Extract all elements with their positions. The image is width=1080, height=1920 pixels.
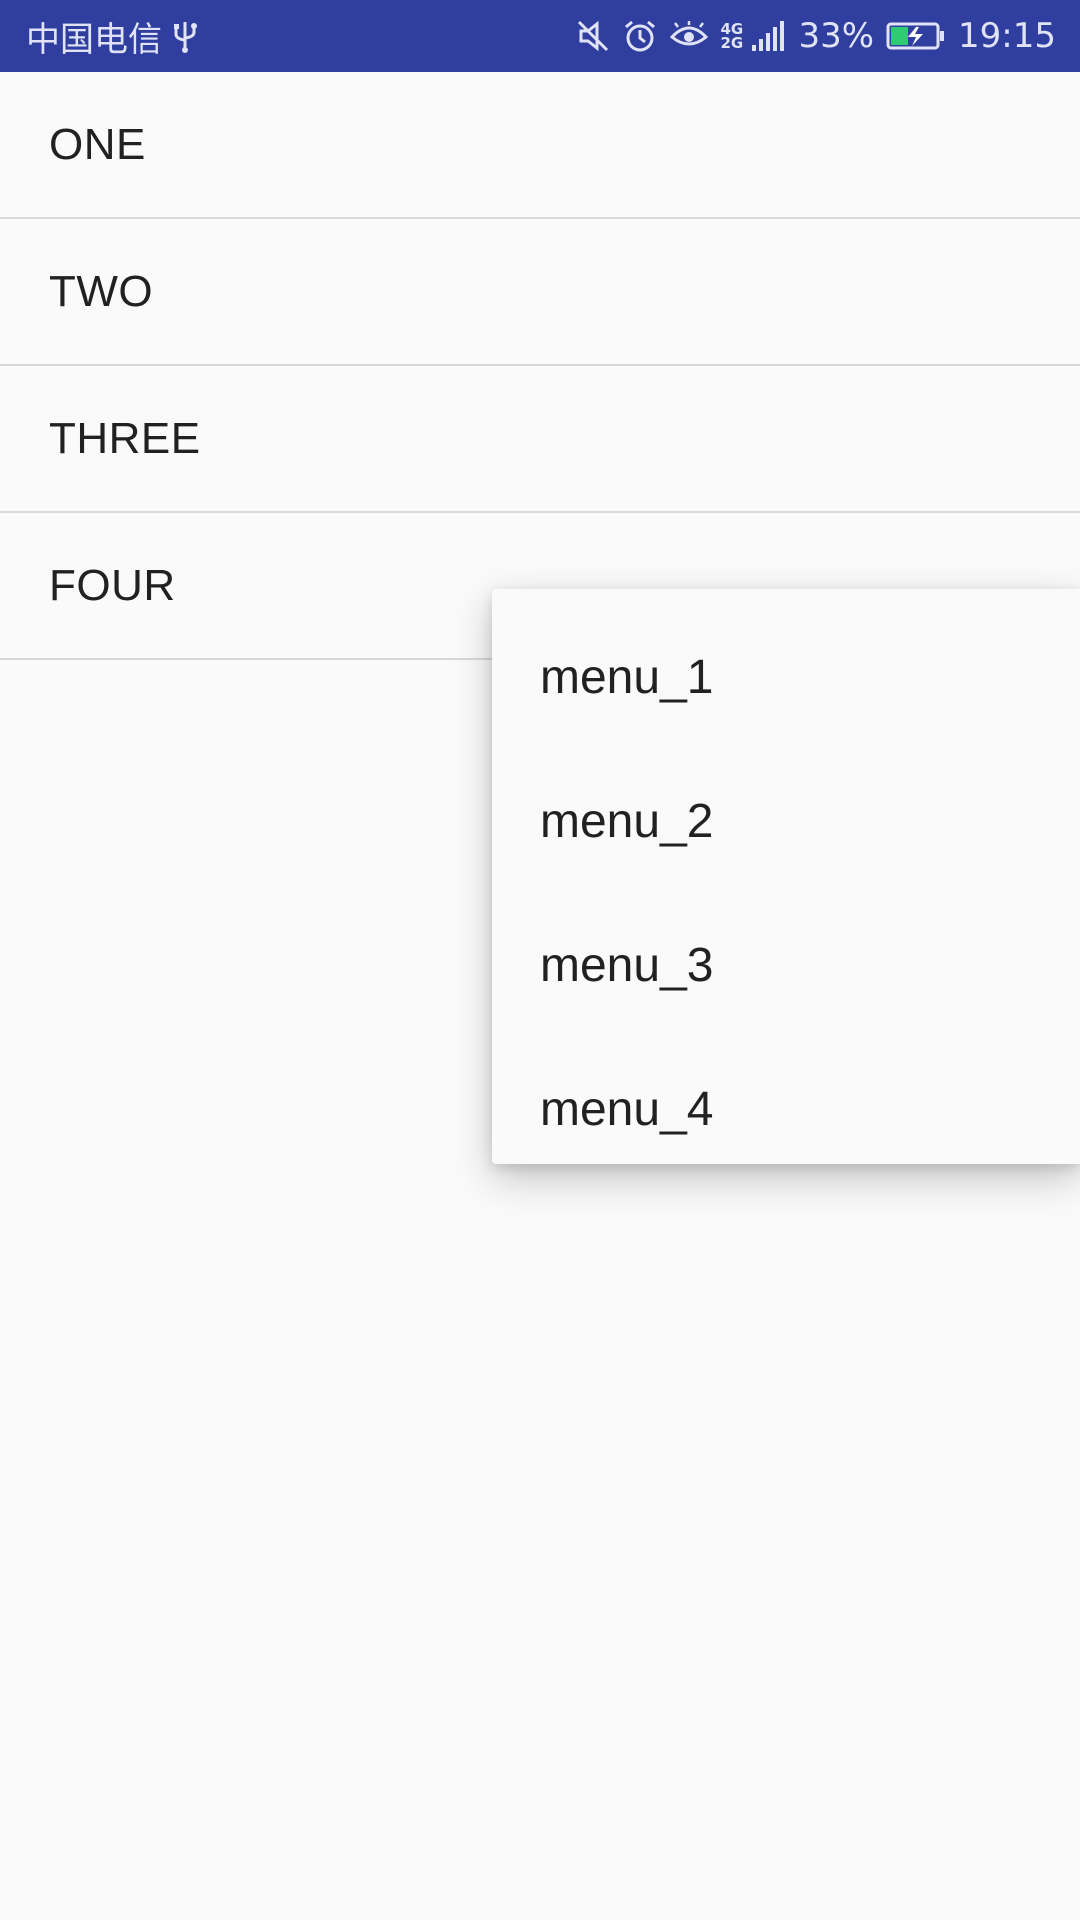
usb-icon [172,18,198,54]
screen: 中国电信 4G 2G 33% 19:15 ONE TWO THREE FOUR … [0,0,1080,1920]
menu-item-label: menu_3 [540,938,714,992]
menu-item-label: menu_1 [540,650,714,704]
eye-icon [670,21,709,51]
menu-item-4[interactable]: menu_4 [492,1037,1080,1181]
list-item-three[interactable]: THREE [0,366,1080,513]
status-right: 4G 2G 33% 19:15 [576,16,1056,56]
carrier-name: 中国电信 [26,19,162,60]
clock-time: 19:15 [958,16,1056,56]
item-list: ONE TWO THREE FOUR [0,72,1080,660]
mute-icon [576,19,610,53]
list-item-label: TWO [49,266,154,316]
menu-item-1[interactable]: menu_1 [492,605,1080,749]
list-item-label: FOUR [49,560,176,610]
alarm-icon [622,18,658,54]
menu-item-label: menu_2 [540,794,714,848]
battery-charging-icon [886,21,946,51]
popup-menu: menu_1 menu_2 menu_3 menu_4 [492,589,1080,1164]
network-type-label: 4G 2G [720,20,744,52]
list-item-one[interactable]: ONE [0,72,1080,219]
menu-item-label: menu_4 [540,1082,714,1136]
status-bar: 中国电信 4G 2G 33% 19:15 [0,0,1080,72]
status-left: 中国电信 [26,12,198,61]
menu-item-2[interactable]: menu_2 [492,749,1080,893]
signal-icon [752,19,786,53]
list-item-label: ONE [49,119,146,169]
menu-item-3[interactable]: menu_3 [492,893,1080,1037]
battery-percent: 33% [798,16,875,56]
list-item-label: THREE [49,413,201,463]
list-item-two[interactable]: TWO [0,219,1080,366]
